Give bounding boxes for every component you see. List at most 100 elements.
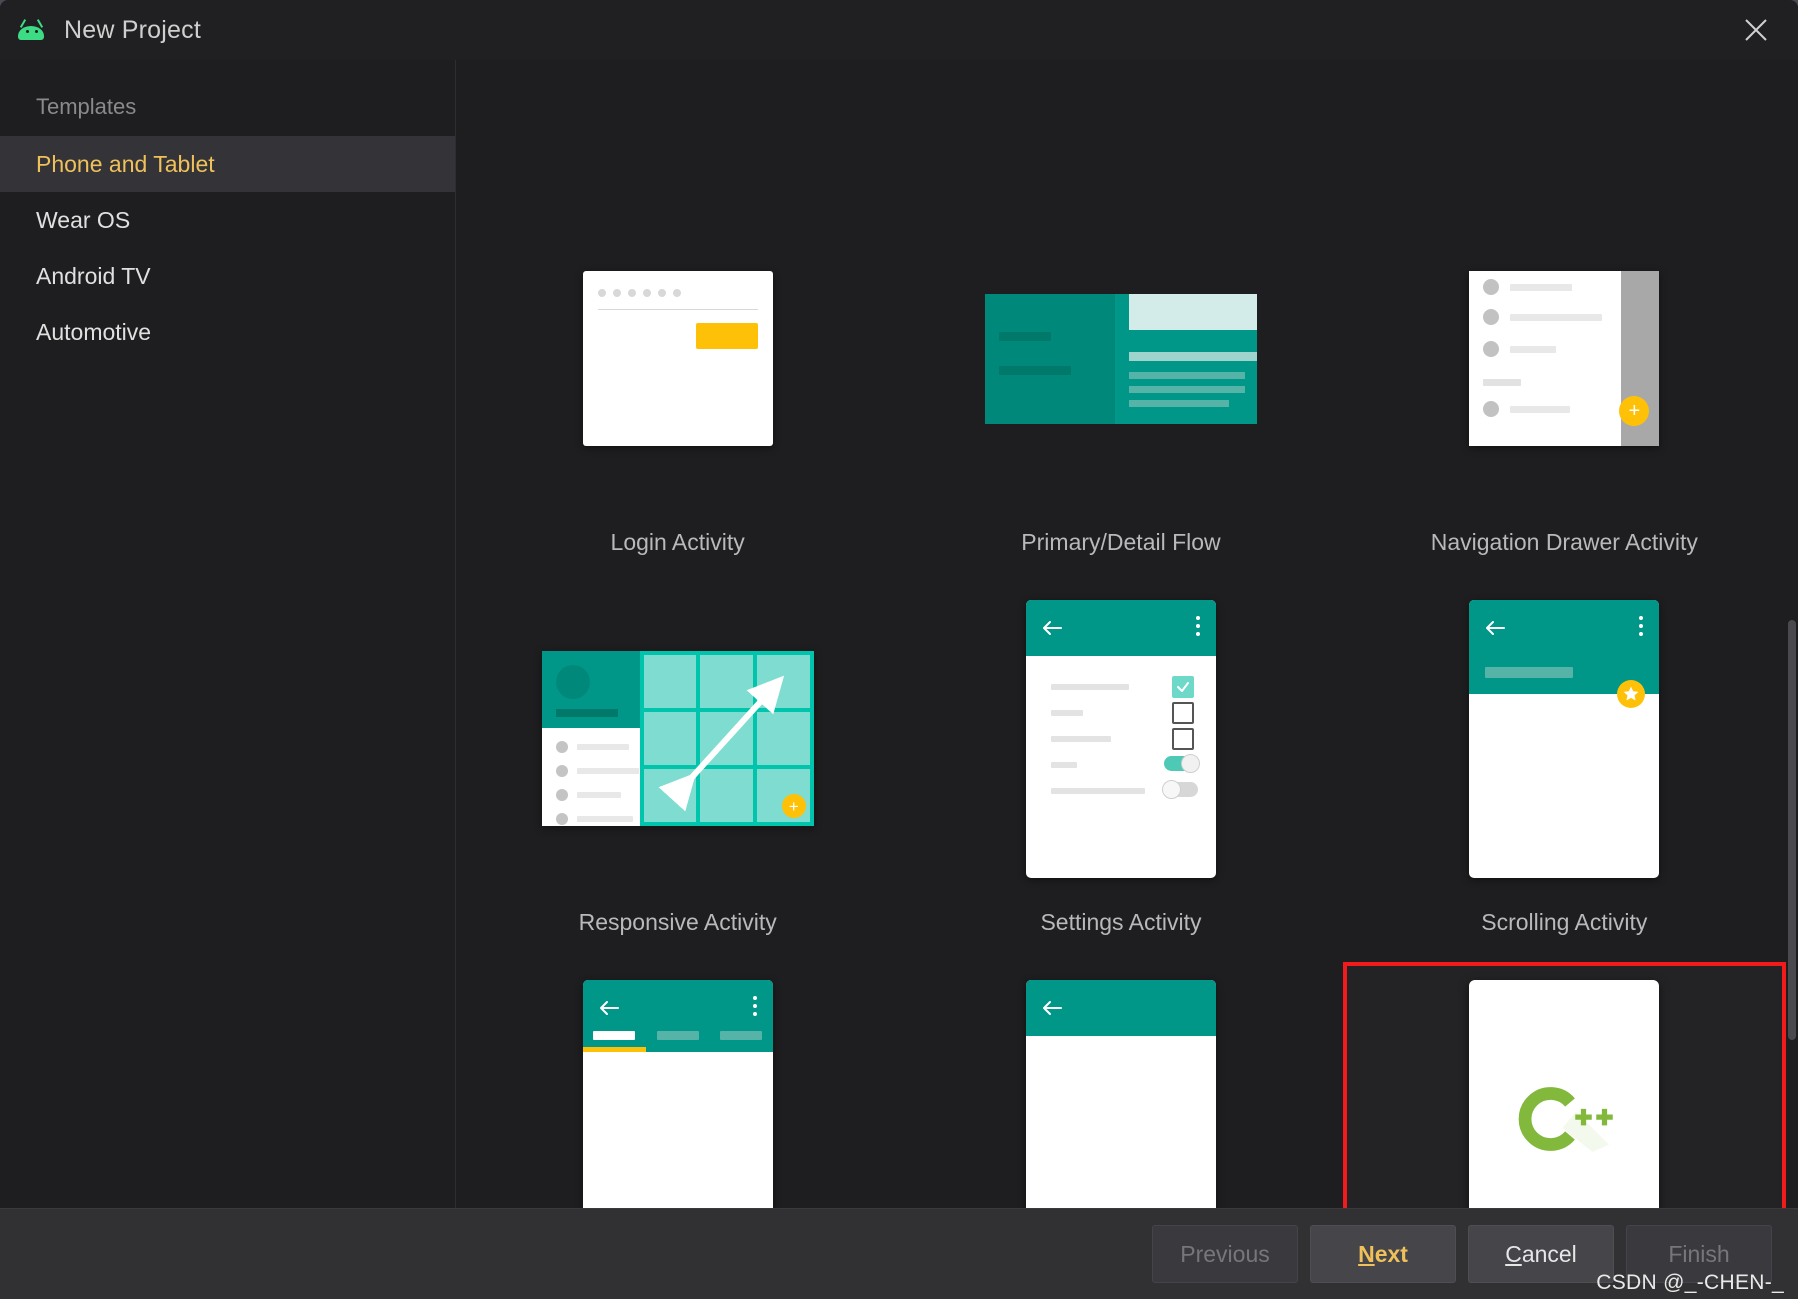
- preview-switch-off: [1161, 779, 1198, 799]
- template-card-responsive-activity[interactable]: + Responsive Activity: [456, 582, 899, 962]
- thumbnail-responsive-activity: +: [456, 582, 899, 895]
- template-card-tabbed-activity[interactable]: Tabbed Activity: [456, 962, 899, 1208]
- template-card-navigation-drawer-activity[interactable]: + Navigation Drawer Activity: [1343, 202, 1786, 582]
- template-card-scrolling-activity[interactable]: Scrolling Activity: [1343, 582, 1786, 962]
- tabbed-preview: [582, 979, 773, 1208]
- template-card-primary-detail-flow[interactable]: Primary/Detail Flow: [899, 202, 1342, 582]
- preview-drawer-row: [1483, 401, 1571, 417]
- thumbnail-native-cpp: [1343, 962, 1786, 1208]
- primary-detail-preview: [984, 293, 1257, 424]
- list-item: [542, 759, 640, 783]
- sidebar-heading: Templates: [36, 94, 137, 119]
- finish-button-label: Finish: [1668, 1240, 1730, 1267]
- preview-drawer-row: [1483, 279, 1573, 295]
- preview-tab: [656, 1030, 699, 1040]
- template-label: Navigation Drawer Activity: [1430, 529, 1698, 555]
- next-button[interactable]: Next: [1310, 1225, 1456, 1283]
- template-gallery: Login Activity Primary/Detail Flow + Nav…: [456, 60, 1798, 1208]
- preview-tab-active: [593, 1030, 636, 1040]
- dialog-titlebar: New Project: [0, 0, 1798, 60]
- templates-sidebar: Templates Phone and Tablet Wear OS Andro…: [0, 60, 456, 1208]
- back-arrow-icon: [1042, 620, 1062, 635]
- sidebar-item-label: Automotive: [36, 318, 152, 345]
- sidebar-item-phone-and-tablet[interactable]: Phone and Tablet: [0, 136, 455, 192]
- sidebar-item-android-tv[interactable]: Android TV: [0, 248, 455, 304]
- preview-primary-button: [695, 323, 758, 349]
- preview-checkbox-unchecked: [1171, 727, 1194, 750]
- scrolling-preview: [1469, 599, 1660, 878]
- template-card-login-activity[interactable]: Login Activity: [456, 202, 899, 582]
- template-grid: Login Activity Primary/Detail Flow + Nav…: [456, 60, 1786, 1208]
- preview-account-name: [555, 709, 618, 717]
- thumbnail-login-activity: [456, 202, 899, 515]
- dialog-title: New Project: [64, 15, 201, 44]
- back-arrow-icon: [1042, 1000, 1062, 1015]
- preview-app-bar: [1025, 979, 1216, 1036]
- preview-app-bar-with-tabs: [582, 979, 773, 1052]
- preview-tab-row: [583, 1030, 773, 1040]
- list-item: [542, 807, 640, 831]
- sidebar-item-label: Android TV: [36, 262, 151, 289]
- next-button-label: Next: [1358, 1240, 1408, 1267]
- template-label: Settings Activity: [1040, 909, 1202, 935]
- dialog-footer: Previous Next Cancel Finish CSDN @_-CHEN…: [0, 1208, 1798, 1299]
- template-label: Login Activity: [610, 529, 745, 555]
- preview-nav-header: [541, 651, 640, 728]
- overflow-menu-icon: [1195, 615, 1200, 636]
- template-label: Primary/Detail Flow: [1021, 529, 1221, 555]
- sidebar-item-label: Wear OS: [36, 206, 131, 233]
- responsive-preview: +: [541, 651, 814, 826]
- preview-app-bar: [1025, 599, 1216, 656]
- preview-checkbox-unchecked: [1171, 701, 1194, 724]
- thumbnail-navigation-drawer-activity: +: [1343, 202, 1786, 515]
- preview-side-nav: [541, 651, 640, 826]
- preview-tab: [719, 1030, 762, 1040]
- thumbnail-settings-activity: [899, 582, 1342, 895]
- preview-tab-indicator: [582, 1046, 646, 1052]
- overflow-menu-icon: [1639, 615, 1644, 636]
- list-item: [542, 783, 640, 807]
- cancel-button-label: Cancel: [1505, 1240, 1577, 1267]
- template-card-native-cpp[interactable]: Native C++: [1342, 962, 1786, 1208]
- preview-responsive-grid: +: [639, 651, 814, 826]
- input-underline: [597, 309, 758, 310]
- preview-switch-on: [1163, 753, 1200, 773]
- list-item: [542, 735, 640, 759]
- csdn-watermark: CSDN @_-CHEN-_: [1596, 1271, 1784, 1294]
- preview-drawer-divider: [1483, 379, 1522, 386]
- sidebar-item-automotive[interactable]: Automotive: [0, 304, 455, 360]
- gallery-scrollbar[interactable]: [1786, 60, 1798, 1208]
- preview-primary-pane: [984, 293, 1115, 424]
- cancel-button[interactable]: Cancel: [1468, 1225, 1614, 1283]
- sidebar-item-wear-os[interactable]: Wear OS: [0, 192, 455, 248]
- preview-detail-pane: [1114, 293, 1257, 424]
- close-icon[interactable]: [1736, 10, 1776, 50]
- preview-fab-star-icon: [1617, 679, 1646, 708]
- preview-avatar-icon: [555, 665, 590, 699]
- cpp-logo-icon: [1519, 1086, 1614, 1152]
- fragment-viewmodel-preview: [1025, 979, 1216, 1208]
- preview-drawer-row: [1483, 309, 1603, 325]
- previous-button-label: Previous: [1180, 1240, 1270, 1267]
- thumbnail-scrolling-activity: [1343, 582, 1786, 895]
- dialog-body: Templates Phone and Tablet Wear OS Andro…: [0, 60, 1798, 1208]
- back-arrow-icon: [1486, 620, 1506, 635]
- thumbnail-primary-detail-flow: [899, 202, 1342, 515]
- preview-drawer-row: [1483, 341, 1557, 357]
- overflow-menu-icon: [752, 995, 757, 1016]
- android-robot-icon: [14, 17, 48, 43]
- template-card-settings-activity[interactable]: Settings Activity: [899, 582, 1342, 962]
- preview-nav-list: [542, 735, 640, 831]
- previous-button[interactable]: Previous: [1152, 1225, 1298, 1283]
- preview-fab-add-icon: +: [781, 794, 806, 818]
- password-dots-icon: [597, 289, 681, 297]
- thumbnail-tabbed-activity: [456, 962, 899, 1208]
- thumbnail-fragment-viewmodel: [899, 962, 1342, 1208]
- preview-collapsing-title: [1485, 666, 1574, 678]
- login-preview: [582, 271, 773, 446]
- nav-drawer-preview: +: [1469, 271, 1660, 446]
- template-label: Responsive Activity: [578, 909, 777, 935]
- gallery-scrollbar-thumb[interactable]: [1788, 620, 1796, 1040]
- template-card-fragment-viewmodel[interactable]: Fragment + ViewModel: [899, 962, 1342, 1208]
- new-project-dialog: New Project Templates Phone and Tablet W…: [0, 0, 1798, 1299]
